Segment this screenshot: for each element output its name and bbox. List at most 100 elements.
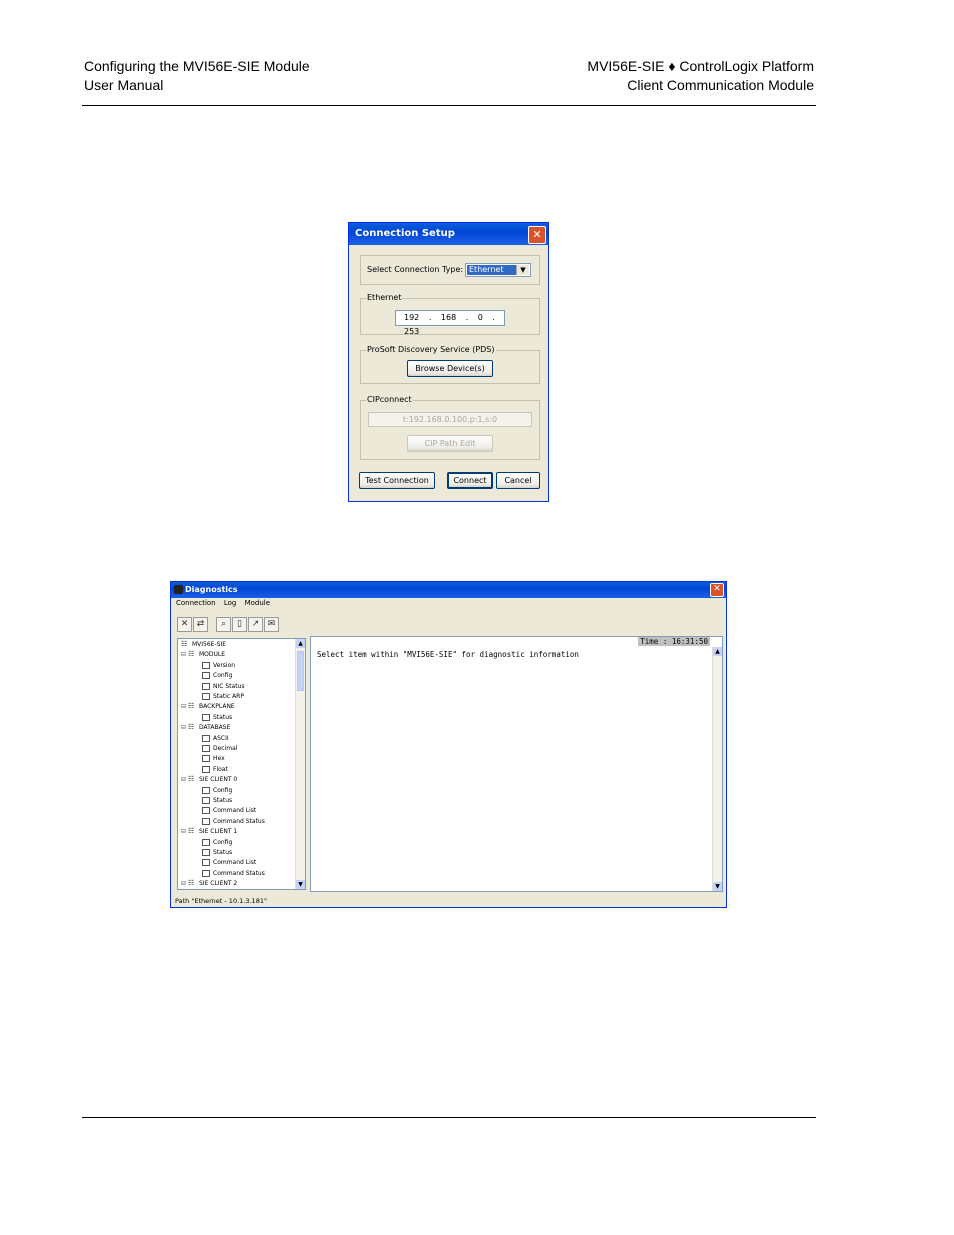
tree-item[interactable]: Config [202, 838, 232, 848]
tree-item[interactable]: Static ARP [202, 692, 244, 702]
network-icon: ☷ [188, 879, 195, 888]
dialog-title: Connection Setup [355, 228, 455, 239]
tree-item[interactable]: ☷ MVI56E-SIE [181, 640, 226, 650]
close-icon[interactable]: ✕ [528, 226, 546, 244]
tree-item[interactable]: Command List [202, 806, 256, 816]
tree-item[interactable]: Version [202, 661, 235, 671]
page-icon [202, 797, 210, 804]
tree-item-label: BACKPLANE [199, 703, 235, 711]
tree-item[interactable]: Command Status [202, 869, 265, 879]
connect-button[interactable]: Connect [447, 472, 493, 489]
ip-address-input[interactable]: 192 . 168 . 0 . 253 [395, 310, 505, 336]
expand-toggle-icon[interactable]: ⊟ [181, 723, 188, 733]
page-header-left: Configuring the MVI56E-SIE Module User M… [84, 57, 310, 95]
connection-type-group: Select Connection Type: Ethernet ▼ [360, 255, 540, 285]
tree-item[interactable]: ⊟ ☷ DATABASE [181, 723, 230, 733]
tree-item[interactable]: NIC Status [202, 682, 244, 692]
tree-item-label: Command List [213, 807, 257, 815]
tree-item[interactable]: Config [202, 671, 232, 681]
menu-bar: Connection Log Module [171, 598, 726, 609]
cancel-button[interactable]: Cancel [496, 472, 540, 489]
document-title: Configuring the MVI56E-SIE Module [84, 58, 310, 74]
product-title: MVI56E-SIE ♦ ControlLogix Platform [587, 58, 814, 74]
tree-scrollbar[interactable]: ▲ ▼ [295, 639, 305, 889]
expand-toggle-icon[interactable]: ⊟ [181, 827, 188, 837]
menu-log[interactable]: Log [224, 599, 237, 607]
tree-item-label: SIE CLIENT 2 [199, 880, 238, 888]
menu-connection[interactable]: Connection [176, 599, 216, 607]
tree-item-label: MVI56E-SIE [192, 641, 227, 648]
chevron-down-icon[interactable]: ▼ [516, 265, 529, 275]
scroll-down-icon[interactable]: ▼ [296, 880, 305, 889]
scroll-thumb[interactable] [297, 651, 304, 691]
expand-toggle-icon[interactable]: ⊟ [181, 775, 188, 785]
scroll-down-icon[interactable]: ▼ [713, 882, 722, 891]
tree-item[interactable]: ASCII [202, 734, 229, 744]
page-icon [202, 693, 210, 700]
test-connection-button[interactable]: Test Connection [359, 472, 435, 489]
footer-rule [82, 1117, 816, 1118]
tree-item[interactable]: Status [202, 713, 232, 723]
tree-item[interactable]: Status [202, 848, 232, 858]
output-scrollbar[interactable]: ▲ ▼ [712, 647, 722, 891]
tree-item-label: Decimal [213, 745, 238, 752]
page-header-right: MVI56E-SIE ♦ ControlLogix Platform Clien… [587, 57, 814, 95]
tree-item[interactable]: Float [202, 765, 228, 775]
network-icon: ☷ [188, 775, 195, 784]
tree-item-label: Version [213, 661, 236, 669]
tree-item[interactable]: ⊟ ☷ BACKPLANE [181, 702, 235, 712]
connect-icon[interactable]: ⇄ [193, 617, 208, 632]
browse-devices-button[interactable]: Browse Device(s) [407, 360, 493, 377]
tree-item-label: Status [213, 797, 233, 804]
page-icon [202, 734, 210, 742]
tree-item-label: SIE CLIENT 0 [199, 776, 238, 784]
search-icon[interactable]: ⌕ [216, 617, 231, 632]
tree-item-label: Float [213, 765, 228, 773]
document-subtitle: User Manual [84, 77, 164, 93]
tree-item-label: DATABASE [199, 724, 231, 732]
tree-item-label: ASCII [213, 734, 229, 742]
tree-item[interactable]: ⊟ ☷ SIE CLIENT 2 [181, 879, 237, 889]
tree-item[interactable]: ⊟ ☷ SIE CLIENT 1 [181, 827, 237, 837]
product-subtitle: Client Communication Module [627, 77, 814, 93]
cip-path-field[interactable]: t:192.168.0.100,p:1,s:0 [368, 412, 532, 427]
mail-icon[interactable]: ✉ [264, 617, 279, 632]
connection-type-label: Select Connection Type: [367, 265, 464, 274]
tree-item[interactable]: ⊟ ☷ SIE CLIENT 0 [181, 775, 237, 785]
connection-setup-dialog: Connection Setup ✕ Select Connection Typ… [348, 222, 549, 502]
page-icon[interactable]: ▯ [232, 617, 247, 632]
tree-item-label: Hex [213, 755, 225, 763]
expand-toggle-icon[interactable]: ⊟ [181, 650, 188, 660]
export-icon[interactable]: ↗ [248, 617, 263, 632]
page-icon [202, 869, 210, 877]
tree-item[interactable]: Config [202, 786, 232, 796]
tree-item[interactable]: Status [202, 796, 232, 806]
cip-path-edit-button[interactable]: CIP Path Edit [407, 435, 493, 452]
page-icon [202, 849, 210, 856]
tree-item-label: SIE CLIENT 1 [199, 828, 238, 836]
scroll-up-icon[interactable]: ▲ [713, 647, 722, 656]
tree-item[interactable]: ⊟ ☷ MODULE [181, 650, 225, 660]
expand-toggle-icon[interactable]: ⊟ [181, 702, 188, 712]
tree-item[interactable]: Command List [202, 858, 256, 868]
expand-toggle-icon[interactable]: ⊟ [181, 879, 188, 889]
disconnect-icon[interactable]: ✕ [177, 617, 192, 632]
header-rule [82, 105, 816, 106]
pds-group: ProSoft Discovery Service (PDS) Browse D… [360, 345, 540, 384]
connection-type-select[interactable]: Ethernet ▼ [465, 263, 531, 277]
pds-group-label: ProSoft Discovery Service (PDS) [366, 345, 496, 354]
tree-item-label: Static ARP [213, 693, 244, 700]
page-icon [202, 755, 210, 763]
cipconnect-group-label: CIPconnect [366, 395, 413, 404]
ethernet-group: Ethernet 192 . 168 . 0 . 253 [360, 293, 540, 336]
tree-item[interactable]: Command Status [202, 817, 265, 827]
menu-module[interactable]: Module [245, 599, 270, 607]
close-icon[interactable]: ✕ [710, 583, 724, 597]
page-icon [202, 786, 210, 794]
tree-item[interactable]: Decimal [202, 744, 237, 754]
tree-item[interactable]: Hex [202, 754, 225, 764]
tree-item-label: Command Status [213, 869, 265, 877]
page-icon [202, 661, 210, 669]
scroll-up-icon[interactable]: ▲ [296, 639, 305, 648]
diagnostic-output-pane[interactable]: Time : 16:31:50 Select item within "MVI5… [310, 636, 723, 892]
